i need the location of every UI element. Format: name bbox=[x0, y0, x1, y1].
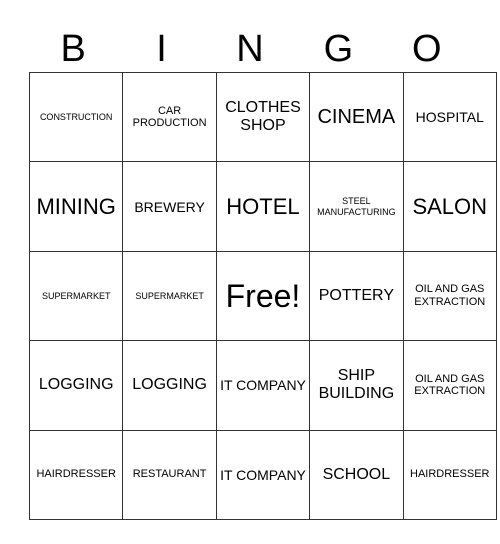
card-cell[interactable]: OIL AND GAS EXTRACTION bbox=[402, 340, 497, 431]
card-cell[interactable]: SCHOOL bbox=[309, 429, 404, 520]
card-cell[interactable]: POTTERY bbox=[309, 250, 404, 342]
card-cell[interactable]: SALON bbox=[402, 161, 497, 252]
card-cell[interactable]: IT COMPANY bbox=[215, 340, 311, 431]
bingo-card: CONSTRUCTION CAR PRODUCTION CLOTHES SHOP… bbox=[28, 71, 497, 520]
card-cell[interactable]: HOSPITAL bbox=[402, 71, 497, 163]
card-cell[interactable]: OIL AND GAS EXTRACTION bbox=[402, 250, 497, 342]
card-cell[interactable]: LOGGING bbox=[122, 340, 217, 431]
card-cell[interactable]: HOTEL bbox=[215, 161, 311, 252]
header-letter-g: G bbox=[323, 28, 354, 70]
card-cell[interactable]: IT COMPANY bbox=[215, 429, 311, 520]
card-row: MINING BREWERY HOTEL STEEL MANUFACTURING… bbox=[28, 161, 497, 252]
card-cell[interactable]: SUPERMARKET bbox=[28, 250, 124, 342]
header-letter-o: O bbox=[411, 28, 442, 70]
card-cell[interactable]: CONSTRUCTION bbox=[28, 71, 124, 163]
card-cell[interactable]: BREWERY bbox=[122, 161, 217, 252]
card-cell[interactable]: CINEMA bbox=[309, 71, 404, 163]
card-cell[interactable]: RESTAURANT bbox=[122, 429, 217, 520]
card-cell[interactable]: MINING bbox=[28, 161, 124, 252]
header-letter-i: I bbox=[156, 28, 167, 70]
card-cell[interactable]: LOGGING bbox=[28, 340, 124, 431]
card-row: LOGGING LOGGING IT COMPANY SHIP BUILDING… bbox=[28, 340, 497, 431]
card-row: CONSTRUCTION CAR PRODUCTION CLOTHES SHOP… bbox=[28, 71, 497, 163]
card-cell[interactable]: HAIRDRESSER bbox=[402, 429, 497, 520]
card-cell[interactable]: CAR PRODUCTION bbox=[122, 71, 217, 163]
card-cell[interactable]: CLOTHES SHOP bbox=[215, 71, 311, 163]
card-row: HAIRDRESSER RESTAURANT IT COMPANY SCHOOL… bbox=[28, 429, 497, 520]
free-space-cell[interactable]: Free! bbox=[215, 250, 311, 342]
header-letter-n: N bbox=[236, 28, 264, 70]
card-row: SUPERMARKET SUPERMARKET Free! POTTERY OI… bbox=[28, 250, 497, 342]
card-cell[interactable]: STEEL MANUFACTURING bbox=[309, 161, 404, 252]
bingo-header: B I N G O bbox=[29, 26, 471, 72]
card-cell[interactable]: SHIP BUILDING bbox=[309, 340, 404, 431]
card-cell[interactable]: SUPERMARKET bbox=[122, 250, 217, 342]
header-letter-b: B bbox=[60, 28, 86, 70]
card-cell[interactable]: HAIRDRESSER bbox=[28, 429, 124, 520]
